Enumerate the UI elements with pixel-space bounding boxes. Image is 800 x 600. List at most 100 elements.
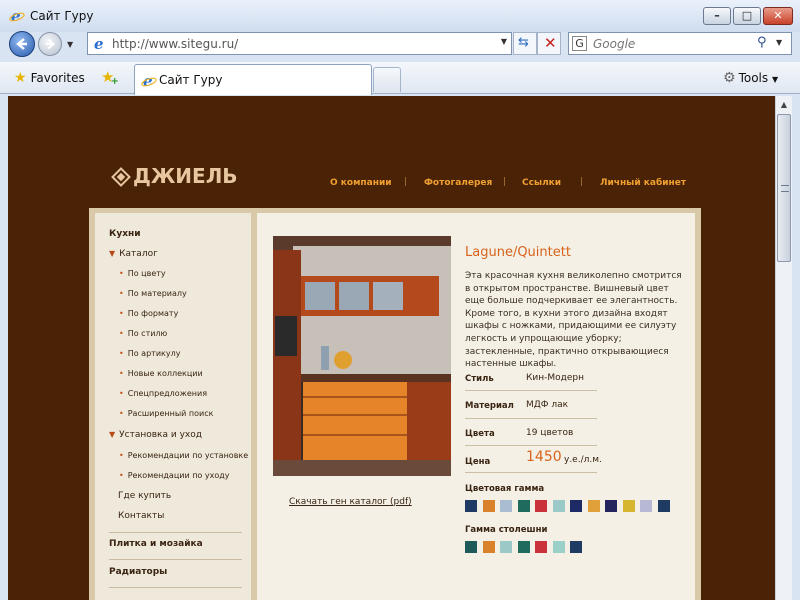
vertical-scrollbar[interactable]: ▲ xyxy=(775,96,792,600)
color-swatch[interactable] xyxy=(465,541,477,553)
search-icon[interactable]: ⚲ xyxy=(757,35,767,50)
nav-separator: | xyxy=(404,177,408,187)
sidebar-subitem[interactable]: • По формату xyxy=(119,309,178,318)
address-dropdown-icon[interactable]: ▼ xyxy=(501,37,507,46)
tab-current-page[interactable]: e Сайт Гуру xyxy=(134,64,372,95)
add-favorite-button[interactable]: ★+ xyxy=(101,68,123,87)
color-swatch[interactable] xyxy=(482,500,495,512)
window-title: Сайт Гуру xyxy=(30,9,94,23)
color-swatch[interactable] xyxy=(552,541,565,553)
color-swatch[interactable] xyxy=(622,500,635,512)
tools-menu-button[interactable]: ⚙ Tools ▼ xyxy=(723,70,778,86)
minimize-button[interactable]: – xyxy=(703,7,731,25)
sidebar-divider xyxy=(109,559,242,560)
arrow-left-icon xyxy=(16,38,27,50)
countertop-range-label: Гамма столешни xyxy=(465,525,548,535)
tools-label: Tools xyxy=(738,71,769,85)
spec-value: 19 цветов xyxy=(526,428,574,438)
color-swatch[interactable] xyxy=(570,500,582,512)
bullet-icon: • xyxy=(119,451,124,460)
grip-icon xyxy=(781,185,789,192)
sidebar-subitem-label: Рекомендации по установке xyxy=(127,451,249,460)
color-swatch[interactable] xyxy=(587,500,600,512)
spec-divider xyxy=(465,390,597,391)
new-tab-button[interactable] xyxy=(373,67,401,92)
sidebar-section-kitchens[interactable]: Кухни xyxy=(109,229,141,239)
nav-link-about[interactable]: О компании xyxy=(330,178,392,188)
sidebar-item-where-to-buy[interactable]: Где купить xyxy=(118,491,171,501)
history-dropdown-icon[interactable]: ▼ xyxy=(67,40,73,49)
color-swatch[interactable] xyxy=(535,541,547,553)
price-value: 1450 xyxy=(526,449,562,465)
sidebar-section-tiles[interactable]: Плитка и мозайка xyxy=(109,539,203,549)
color-swatch[interactable] xyxy=(605,500,617,512)
sidebar-subitem[interactable]: • Новые коллекции xyxy=(119,369,203,378)
refresh-button[interactable]: ⇆ xyxy=(513,32,537,55)
tab-ie-icon: e xyxy=(141,73,157,89)
sidebar-subitem[interactable]: • По стилю xyxy=(119,329,167,338)
download-catalog-link[interactable]: Скачать ген каталог (pdf) xyxy=(289,497,412,507)
sidebar-subitem[interactable]: • По артикулу xyxy=(119,349,180,358)
scrollbar-thumb[interactable] xyxy=(777,114,791,262)
search-dropdown-icon[interactable]: ▼ xyxy=(776,38,782,47)
color-swatch[interactable] xyxy=(500,541,512,553)
stop-button[interactable]: ✕ xyxy=(537,32,561,55)
bullet-icon: • xyxy=(119,269,124,278)
caret-down-icon: ▼ xyxy=(109,249,116,258)
nav-link-account[interactable]: Личный кабинет xyxy=(600,178,686,188)
color-range-label: Цветовая гамма xyxy=(465,484,545,494)
forward-button[interactable] xyxy=(38,32,62,56)
color-swatch[interactable] xyxy=(552,500,565,512)
scroll-up-arrow-icon[interactable]: ▲ xyxy=(776,96,792,113)
star-icon: ★ xyxy=(14,70,27,86)
favorites-button[interactable]: ★ Favorites xyxy=(14,70,85,86)
spec-divider xyxy=(465,418,597,419)
sidebar-item-installation[interactable]: ▼ Установка и уход xyxy=(109,430,202,440)
color-swatch[interactable] xyxy=(517,500,530,512)
color-swatch[interactable] xyxy=(657,500,670,512)
nav-link-links[interactable]: Ссылки xyxy=(522,178,561,188)
nav-link-gallery[interactable]: Фотогалерея xyxy=(424,178,492,188)
color-swatch[interactable] xyxy=(465,500,477,512)
sidebar-subitem-label: Новые коллекции xyxy=(127,369,203,378)
close-window-button[interactable]: ✕ xyxy=(763,7,793,25)
spec-value: МДФ лак xyxy=(526,400,569,410)
sidebar-subitem-label: По формату xyxy=(127,309,179,318)
sidebar-subitem[interactable]: • Расширенный поиск xyxy=(119,409,213,418)
sidebar-subitem[interactable]: • Рекомендации по установке xyxy=(119,451,248,460)
color-swatch[interactable] xyxy=(500,500,512,512)
sidebar-item-contacts[interactable]: Контакты xyxy=(118,511,164,521)
chevron-down-icon: ▼ xyxy=(771,75,779,84)
sidebar-section-radiators[interactable]: Радиаторы xyxy=(109,567,167,577)
sidebar-item-catalog[interactable]: ▼ Каталог xyxy=(109,249,158,259)
tab-label: Сайт Гуру xyxy=(159,73,223,87)
spec-divider xyxy=(465,472,597,473)
sidebar-subitem-label: По материалу xyxy=(127,289,187,298)
sidebar-subitem-label: По стилю xyxy=(127,329,168,338)
bullet-icon: • xyxy=(119,309,124,318)
spec-divider xyxy=(465,445,597,446)
search-input[interactable] xyxy=(593,35,753,52)
color-swatch[interactable] xyxy=(535,500,547,512)
google-icon: G xyxy=(572,36,587,51)
kitchen-photo[interactable] xyxy=(273,236,451,476)
diamond-logo-icon xyxy=(111,167,131,187)
color-swatch[interactable] xyxy=(570,541,582,553)
sidebar-subitem[interactable]: • По материалу xyxy=(119,289,187,298)
page-ie-icon: e xyxy=(94,36,104,52)
sidebar-subitem[interactable]: • Спецпредложения xyxy=(119,389,207,398)
logo-text: ДЖИЕЛЬ xyxy=(133,164,238,188)
back-button[interactable] xyxy=(9,31,35,57)
spec-value: Кин-Модерн xyxy=(526,373,584,383)
sidebar-subitem[interactable]: • Рекомендации по уходу xyxy=(119,471,230,480)
color-swatch[interactable] xyxy=(640,500,652,512)
bullet-icon: • xyxy=(119,409,124,418)
sidebar-divider xyxy=(109,532,242,533)
color-swatch[interactable] xyxy=(517,541,530,553)
address-input[interactable] xyxy=(112,35,492,52)
tab-bar: ★ Favorites ★+ e Сайт Гуру ⚙ Tools ▼ xyxy=(0,62,800,95)
maximize-button[interactable]: □ xyxy=(733,7,761,25)
bullet-icon: • xyxy=(119,349,124,358)
color-swatch[interactable] xyxy=(482,541,495,553)
sidebar-subitem[interactable]: • По цвету xyxy=(119,269,166,278)
